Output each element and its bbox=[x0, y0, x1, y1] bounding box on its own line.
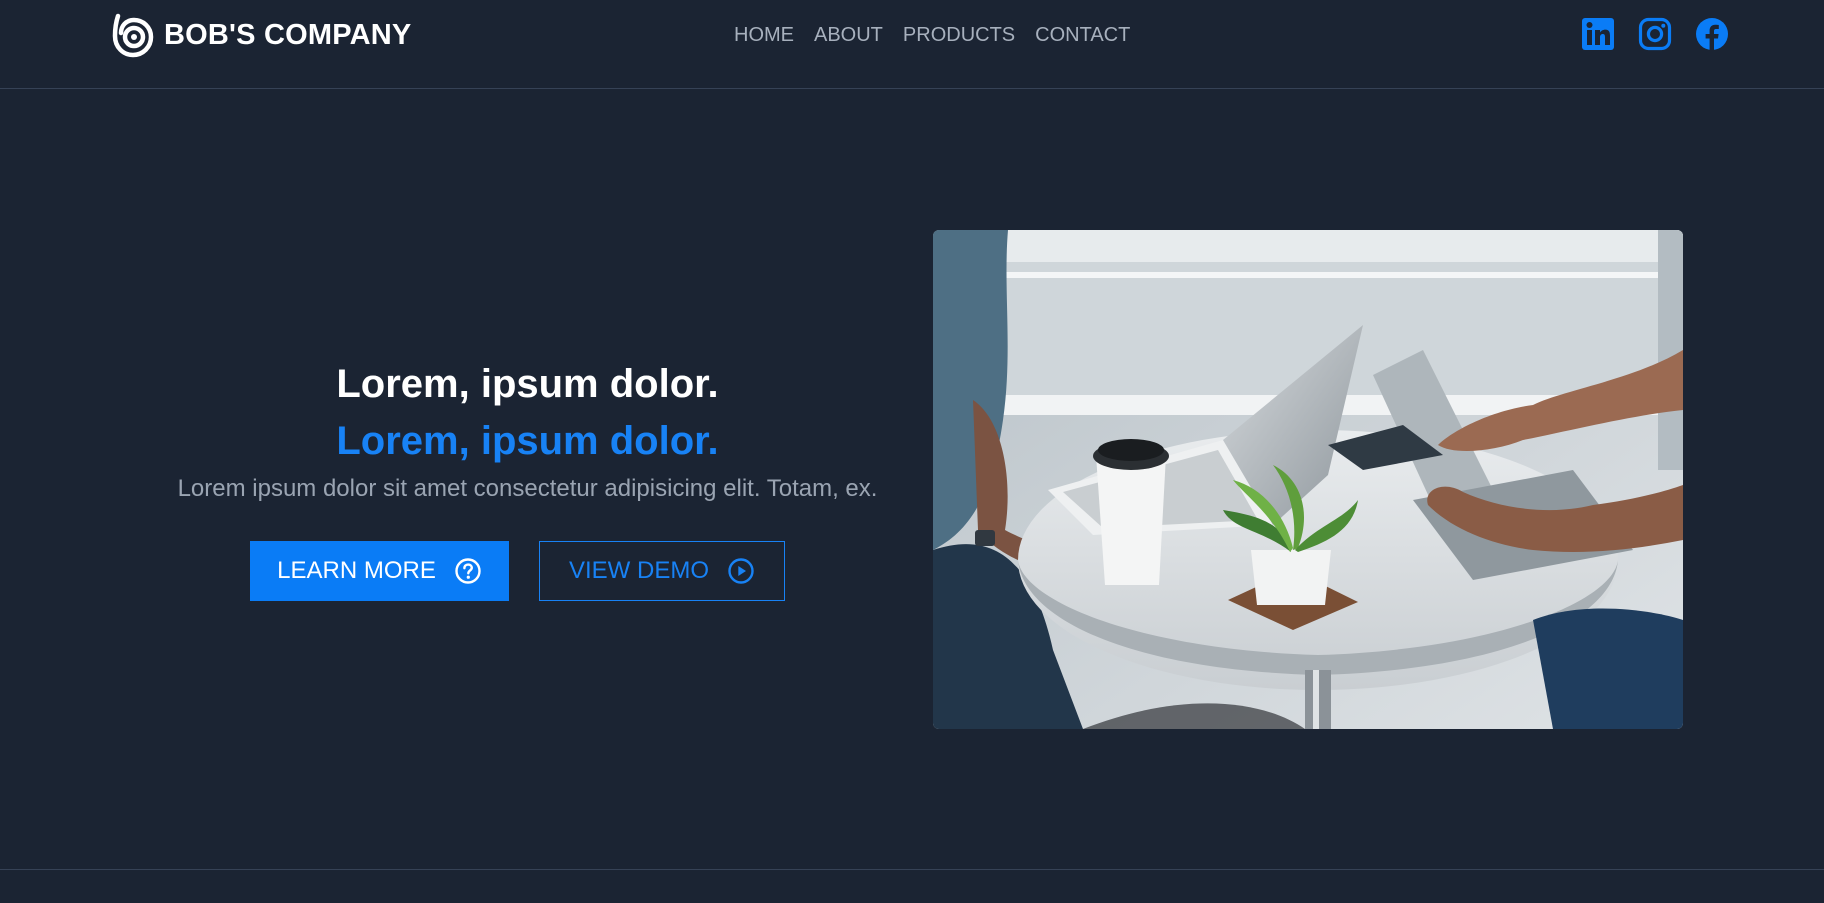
learn-more-button[interactable]: LEARN MORE bbox=[250, 541, 509, 601]
nav-home-link[interactable]: HOME bbox=[734, 22, 794, 48]
social-links bbox=[1581, 17, 1729, 53]
view-demo-button[interactable]: VIEW DEMO bbox=[539, 541, 785, 601]
nav-contact-link[interactable]: CONTACT bbox=[1035, 22, 1130, 48]
brand-name: BOB'S COMPANY bbox=[164, 18, 412, 51]
office-meeting-photo bbox=[933, 230, 1683, 729]
facebook-icon[interactable] bbox=[1695, 17, 1729, 51]
hero-text: Lorem, ipsum dolor. Lorem, ipsum dolor. … bbox=[150, 356, 905, 504]
linkedin-icon[interactable] bbox=[1581, 17, 1615, 51]
nav-products-link[interactable]: PRODUCTS bbox=[903, 22, 1015, 48]
question-circle-icon bbox=[455, 558, 481, 584]
swirl-logo-icon bbox=[112, 13, 154, 58]
brand[interactable]: BOB'S COMPANY bbox=[112, 10, 411, 60]
hero-image bbox=[933, 230, 1683, 729]
learn-more-label: LEARN MORE bbox=[277, 557, 436, 584]
nav-about-link[interactable]: ABOUT bbox=[814, 22, 883, 48]
hero-title: Lorem, ipsum dolor. bbox=[336, 362, 719, 406]
navbar: BOB'S COMPANY HOME ABOUT PRODUCTS CONTAC… bbox=[0, 0, 1824, 89]
main-nav: HOME ABOUT PRODUCTS CONTACT bbox=[734, 22, 1130, 48]
play-circle-icon bbox=[728, 558, 754, 584]
hero-description: Lorem ipsum dolor sit amet consectetur a… bbox=[177, 475, 878, 502]
view-demo-label: VIEW DEMO bbox=[568, 557, 709, 584]
hero-subtitle: Lorem, ipsum dolor. bbox=[336, 419, 719, 463]
instagram-icon[interactable] bbox=[1638, 17, 1672, 51]
section-divider bbox=[0, 869, 1824, 870]
